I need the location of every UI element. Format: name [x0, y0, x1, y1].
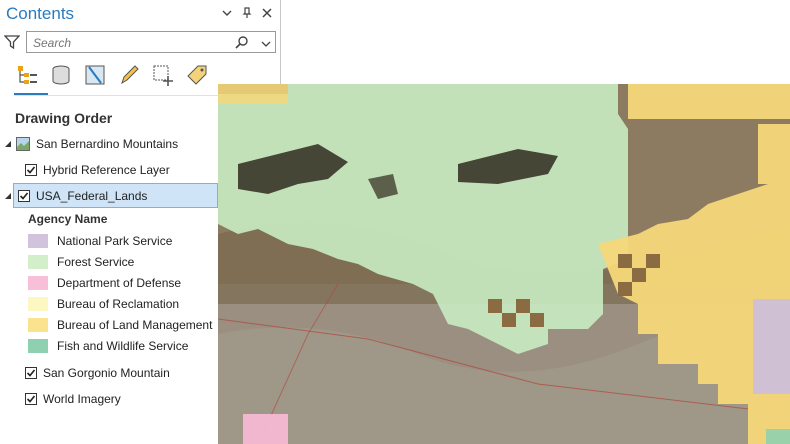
list-by-editing-icon[interactable]: [116, 62, 142, 88]
search-input[interactable]: [31, 34, 235, 52]
legend-swatch: [28, 318, 48, 332]
layer-label: San Gorgonio Mountain: [43, 366, 170, 380]
legend-heading: Agency Name: [28, 212, 108, 226]
legend-label: Department of Defense: [57, 276, 182, 290]
pane-title: Contents: [6, 4, 75, 23]
map-icon: [16, 137, 30, 151]
search-icon[interactable]: [235, 35, 249, 49]
legend-swatch: [28, 297, 48, 311]
legend-item[interactable]: Bureau of Reclamation: [28, 295, 179, 313]
search-field[interactable]: [26, 31, 276, 53]
map-item[interactable]: San Bernardino Mountains: [4, 133, 178, 155]
list-by-drawing-order-icon[interactable]: [14, 62, 40, 88]
layer-visibility-checkbox[interactable]: [25, 164, 37, 176]
map-view[interactable]: [218, 84, 790, 444]
layer-visibility-checkbox[interactable]: [25, 393, 37, 405]
expanded-triangle-icon[interactable]: [4, 192, 12, 200]
list-by-selection-icon[interactable]: [82, 62, 108, 88]
close-icon[interactable]: [260, 6, 274, 20]
layer-label: World Imagery: [43, 392, 121, 406]
legend-swatch: [28, 339, 48, 353]
legend-swatch: [28, 255, 48, 269]
legend-item[interactable]: Forest Service: [28, 253, 134, 271]
legend-label: National Park Service: [57, 234, 173, 248]
legend-label: Bureau of Land Management: [57, 318, 213, 332]
legend-swatch: [28, 276, 48, 290]
legend-item[interactable]: Fish and Wildlife Service: [28, 337, 188, 355]
legend-item[interactable]: Bureau of Land Management: [28, 316, 212, 334]
pin-icon[interactable]: [240, 6, 254, 20]
legend-label: Forest Service: [57, 255, 135, 269]
layer-item-hybrid-reference[interactable]: Hybrid Reference Layer: [25, 159, 170, 181]
list-by-snapping-icon[interactable]: [150, 62, 176, 88]
pane-window-controls: [220, 6, 274, 20]
legend-item[interactable]: National Park Service: [28, 232, 172, 250]
list-by-data-source-icon[interactable]: [48, 62, 74, 88]
layer-item-san-gorgonio-mountain[interactable]: San Gorgonio Mountain: [25, 362, 170, 384]
layer-label: Hybrid Reference Layer: [43, 163, 170, 177]
chevron-down-icon[interactable]: [261, 36, 271, 47]
legend-label: Fish and Wildlife Service: [57, 339, 189, 353]
contents-view-tabs: [14, 62, 210, 88]
layer-item-usa-federal-lands[interactable]: USA_Federal_Lands: [5, 183, 218, 208]
section-heading: Drawing Order: [15, 110, 113, 126]
layer-visibility-checkbox[interactable]: [18, 189, 30, 202]
map-name: San Bernardino Mountains: [36, 137, 179, 151]
layer-label: USA_Federal_Lands: [36, 188, 148, 203]
layer-visibility-checkbox[interactable]: [25, 367, 37, 379]
filter-icon[interactable]: [3, 34, 21, 50]
list-by-labeling-icon[interactable]: [184, 62, 210, 88]
options-chevron-icon[interactable]: [220, 6, 234, 20]
expanded-triangle-icon[interactable]: [4, 140, 12, 148]
map-canvas[interactable]: [218, 84, 790, 444]
legend-label: Bureau of Reclamation: [57, 297, 180, 311]
legend-item[interactable]: Department of Defense: [28, 274, 181, 292]
legend-swatch: [28, 234, 48, 248]
layer-item-world-imagery[interactable]: World Imagery: [25, 388, 121, 410]
